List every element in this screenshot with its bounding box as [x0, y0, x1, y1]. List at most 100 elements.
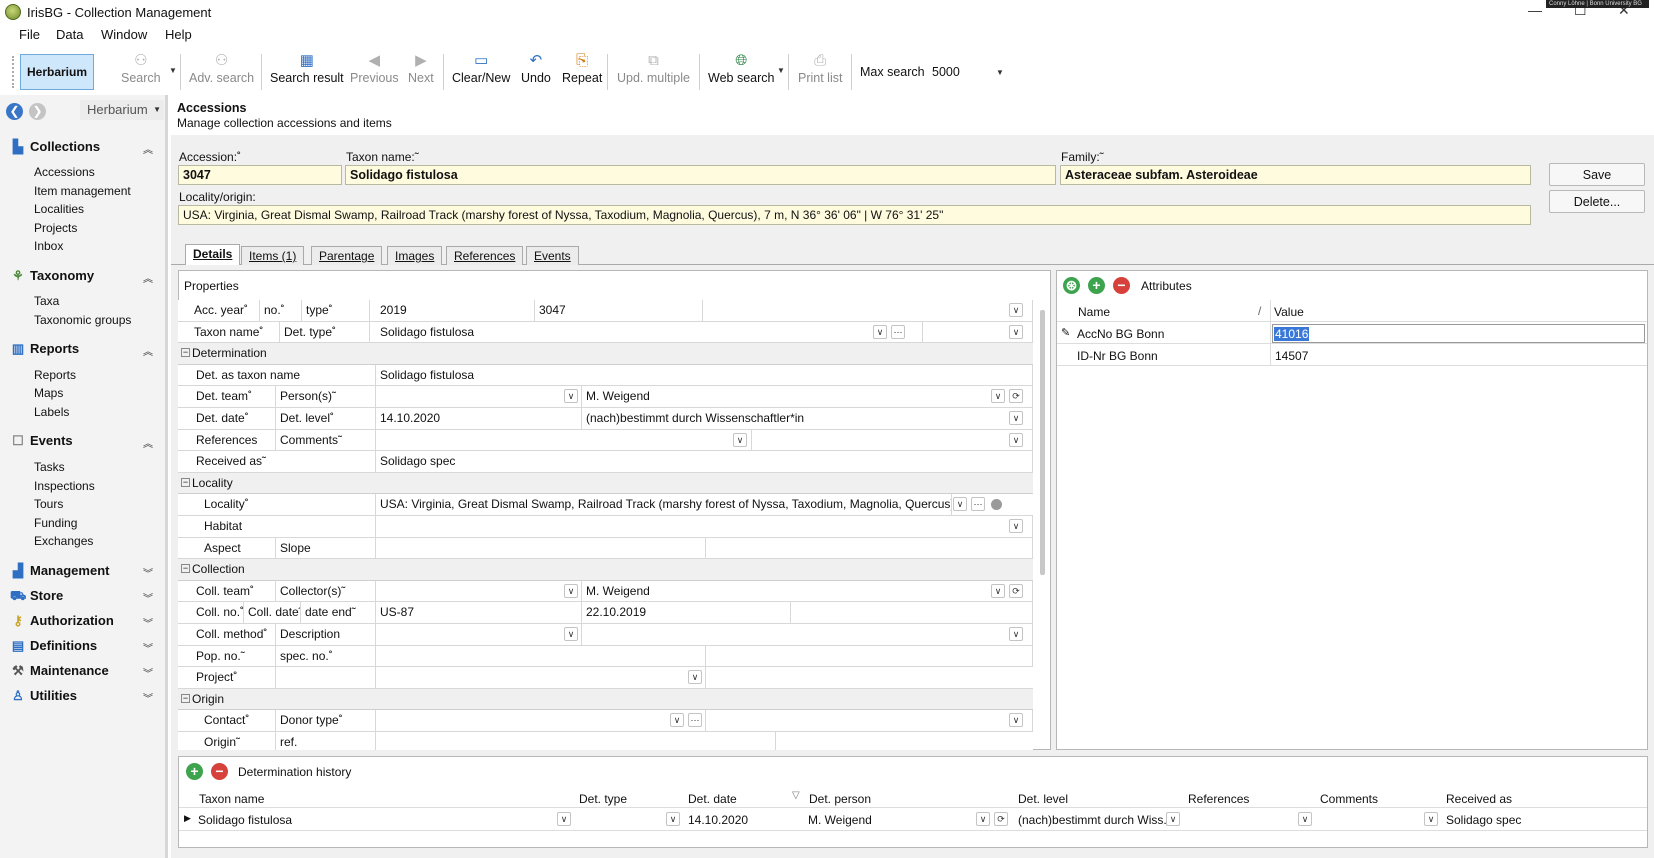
- web-search-dropdown-arrow[interactable]: ▼: [777, 66, 785, 75]
- expand-icon[interactable]: ︾: [143, 565, 153, 580]
- contact-select[interactable]: [376, 710, 706, 731]
- collapse-toggle-icon[interactable]: −: [181, 348, 190, 358]
- max-search-dropdown-arrow[interactable]: ▼: [996, 68, 1004, 77]
- taxon-field[interactable]: Solidago fistulosa: [345, 165, 1056, 185]
- expand-icon[interactable]: ︾: [143, 615, 153, 630]
- det-date-input[interactable]: 14.10.2020: [376, 408, 582, 429]
- properties-scrollbar[interactable]: [1040, 310, 1045, 575]
- sort-icon[interactable]: /: [1258, 304, 1261, 318]
- chevron-down-icon[interactable]: ∨: [1424, 812, 1438, 826]
- collapse-toggle-icon[interactable]: −: [181, 477, 190, 487]
- sidebar-group-taxonomy[interactable]: ⚘ Taxonomy: [10, 268, 94, 284]
- section-locality[interactable]: − Locality: [178, 472, 1033, 495]
- received-as-input[interactable]: Solidago spec: [376, 451, 1033, 472]
- menu-window[interactable]: Window: [101, 27, 147, 42]
- slope-input[interactable]: [706, 537, 1033, 559]
- expand-icon[interactable]: ︾: [143, 640, 153, 655]
- sidebar-item-taxa[interactable]: Taxa: [34, 294, 59, 308]
- sidebar-item-projects[interactable]: Projects: [34, 221, 77, 235]
- tab-details[interactable]: Details: [185, 244, 241, 265]
- chevron-down-icon[interactable]: ∨: [1009, 627, 1023, 641]
- chevron-down-icon[interactable]: ∨: [991, 389, 1005, 404]
- menu-help[interactable]: Help: [165, 27, 192, 42]
- expand-icon[interactable]: ︾: [143, 590, 153, 605]
- sidebar-item-tours[interactable]: Tours: [34, 497, 63, 511]
- chevron-down-icon[interactable]: ∨: [1009, 713, 1023, 728]
- sidebar-group-authorization[interactable]: ⚷ Authorization: [10, 613, 114, 629]
- previous-button[interactable]: ◀ Previous: [350, 52, 399, 85]
- herbarium-button[interactable]: Herbarium: [20, 54, 94, 90]
- chevron-down-icon[interactable]: ∨: [1009, 324, 1023, 339]
- collapse-icon[interactable]: ︽: [143, 270, 153, 285]
- sidebar-item-labels[interactable]: Labels: [34, 405, 69, 419]
- chevron-down-icon[interactable]: ∨: [1166, 812, 1180, 826]
- sidebar-group-store[interactable]: ⛟ Store: [10, 588, 63, 606]
- history-col-references[interactable]: References: [1188, 792, 1249, 806]
- description-input[interactable]: [582, 624, 1033, 645]
- coll-date-input[interactable]: 22.10.2019: [582, 602, 791, 623]
- max-search-input[interactable]: 5000: [932, 65, 960, 79]
- sidebar-group-reports[interactable]: ▥ Reports: [10, 341, 79, 357]
- collapse-icon[interactable]: ︽: [143, 141, 153, 156]
- collapse-toggle-icon[interactable]: −: [181, 564, 190, 574]
- collectors-input[interactable]: M. Weigend: [582, 580, 1033, 602]
- taxon-name-input[interactable]: Solidago fistulosa: [376, 321, 923, 343]
- history-det-date[interactable]: 14.10.2020: [688, 813, 748, 827]
- coll-method-select[interactable]: [376, 624, 582, 645]
- clear-new-button[interactable]: ▭ Clear/New: [452, 52, 510, 85]
- sidebar-item-localities[interactable]: Localities: [34, 202, 84, 216]
- back-icon[interactable]: ❮: [6, 103, 23, 120]
- det-as-input[interactable]: Solidago fistulosa: [376, 364, 1033, 386]
- save-button[interactable]: Save: [1549, 163, 1645, 186]
- history-col-received-as[interactable]: Received as: [1446, 792, 1512, 806]
- coll-no-input[interactable]: US-87: [376, 602, 582, 623]
- chevron-down-icon[interactable]: ∨: [670, 713, 684, 728]
- add-history-icon[interactable]: +: [186, 763, 203, 780]
- attr-col-value[interactable]: Value: [1274, 305, 1304, 319]
- sidebar-item-reports[interactable]: Reports: [34, 368, 76, 382]
- refresh-attributes-icon[interactable]: ⊛: [1063, 277, 1080, 294]
- attr-col-name[interactable]: Name: [1078, 305, 1110, 319]
- chevron-down-icon[interactable]: ∨: [666, 812, 680, 826]
- delete-button[interactable]: Delete...: [1549, 190, 1645, 213]
- chevron-down-icon[interactable]: ∨: [688, 670, 702, 685]
- locality-field[interactable]: USA: Virginia, Great Dismal Swamp, Railr…: [178, 205, 1531, 225]
- tab-parentage[interactable]: Parentage: [311, 246, 383, 265]
- sidebar-item-tasks[interactable]: Tasks: [34, 460, 65, 474]
- history-det-level[interactable]: (nach)bestimmt durch Wiss...: [1018, 813, 1173, 827]
- sidebar-item-accessions[interactable]: Accessions: [34, 165, 95, 179]
- sidebar-item-taxonomic-groups[interactable]: Taxonomic groups: [34, 313, 131, 327]
- sidebar-group-utilities[interactable]: ♙ Utilities: [10, 688, 77, 704]
- references-select[interactable]: [376, 429, 752, 451]
- persons-input[interactable]: M. Weigend: [582, 386, 1033, 407]
- refresh-icon[interactable]: ⟳: [994, 812, 1008, 826]
- chevron-down-icon[interactable]: ∨: [1009, 432, 1023, 447]
- section-collection[interactable]: − Collection: [178, 559, 1033, 581]
- minimize-button[interactable]: —: [1528, 2, 1542, 18]
- section-determination[interactable]: − Determination: [178, 343, 1033, 365]
- chevron-down-icon[interactable]: ∨: [1009, 411, 1023, 425]
- chevron-down-icon[interactable]: ∨: [564, 583, 578, 598]
- attribute-value-editor[interactable]: [1272, 324, 1645, 343]
- det-level-select[interactable]: (nach)bestimmt durch Wissenschaftler*in: [582, 408, 1033, 429]
- sidebar-item-inbox[interactable]: Inbox: [34, 239, 63, 253]
- chevron-down-icon[interactable]: ∨: [1298, 812, 1312, 826]
- more-options-icon[interactable]: ⋯: [688, 713, 702, 728]
- sidebar-group-management[interactable]: ▟ Management: [10, 563, 109, 579]
- menu-data[interactable]: Data: [56, 27, 83, 42]
- refresh-icon[interactable]: ⟳: [1009, 583, 1023, 598]
- accession-field[interactable]: 3047: [178, 165, 342, 185]
- update-multiple-button[interactable]: ⧉ Upd. multiple: [617, 52, 690, 85]
- print-list-button[interactable]: ⎙ Print list: [798, 52, 842, 85]
- search-result-button[interactable]: ▦ Search result: [270, 52, 344, 85]
- chevron-down-icon[interactable]: ∨: [557, 812, 571, 826]
- history-det-person[interactable]: M. Weigend: [808, 813, 872, 827]
- section-origin[interactable]: − Origin: [178, 688, 1033, 711]
- chevron-down-icon[interactable]: ∨: [733, 432, 747, 447]
- undo-button[interactable]: ↶ Undo: [521, 52, 551, 85]
- family-field[interactable]: Asteraceae subfam. Asteroideae: [1060, 165, 1531, 185]
- sidebar-database-combo[interactable]: Herbarium ▼: [80, 100, 164, 120]
- chevron-down-icon[interactable]: ∨: [1009, 519, 1023, 533]
- history-col-det-level[interactable]: Det. level: [1018, 792, 1068, 806]
- menu-file[interactable]: File: [19, 27, 40, 42]
